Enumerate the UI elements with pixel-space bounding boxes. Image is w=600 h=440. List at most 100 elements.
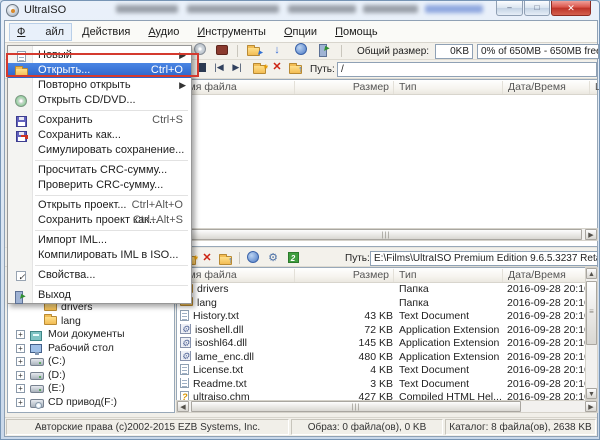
download-arrow-icon[interactable]: ↓ (269, 43, 285, 57)
menubar-file[interactable]: ФФайлайл (9, 23, 72, 41)
menu-item-properties[interactable]: Свойства... (8, 268, 191, 283)
expand-icon[interactable] (16, 384, 25, 393)
local-vscrollbar[interactable]: ≡ (585, 267, 598, 400)
tree-label: lang (61, 315, 81, 329)
background-blur (187, 5, 279, 13)
column-size[interactable]: Размер (296, 81, 394, 94)
file-size: 480 KB (297, 351, 393, 365)
tree-item-desktop[interactable]: Рабочий стол (8, 342, 174, 356)
new-session-icon[interactable] (285, 251, 301, 265)
menu-item-open-cd[interactable]: Открыть CD/DVD... (8, 93, 191, 108)
globe-icon[interactable] (293, 43, 309, 57)
tree-item-drive-d[interactable]: (D:) (8, 369, 174, 383)
expand-icon[interactable] (16, 344, 25, 353)
scroll-up-icon[interactable] (586, 268, 597, 279)
file-row[interactable]: Readme.txt 3 KB Text Document 2016-09-28… (177, 378, 597, 392)
menu-item-reopen[interactable]: Повторно открыть ▶ (8, 78, 191, 93)
background-blur (116, 5, 178, 13)
burn-cd-icon[interactable] (192, 43, 208, 57)
save-as-icon (16, 131, 27, 142)
new-folder-icon[interactable] (251, 60, 267, 74)
menu-item-new[interactable]: Новый ▶ (8, 48, 191, 63)
gear-icon[interactable] (265, 251, 281, 265)
column-name[interactable]: Имя файла (177, 269, 295, 282)
tree-item-documents[interactable]: Мои документы (8, 328, 174, 342)
tree-item-lang[interactable]: lang (8, 315, 174, 329)
expand-icon[interactable] (16, 330, 25, 339)
menu-label: Открыть CD/DVD... (38, 94, 136, 106)
up-folder-icon[interactable] (287, 60, 303, 74)
save-icon (16, 116, 27, 127)
maximize-button[interactable]: □ (524, 1, 550, 16)
column-date[interactable]: Дата/Время (504, 81, 590, 94)
local-file-list[interactable]: Имя файла Размер Тип Дата/Время drivers … (176, 267, 598, 413)
iso-file-list[interactable]: Имя файла Размер Тип Дата/Время L (176, 79, 598, 247)
file-row[interactable]: License.txt 4 KB Text Document 2016-09-2… (177, 364, 597, 378)
file-row[interactable]: lame_enc.dll 480 KB Application Extensio… (177, 351, 597, 365)
file-name: isoshl64.dll (195, 337, 247, 349)
stop-icon[interactable] (193, 60, 209, 74)
menubar-actions[interactable]: Действия (74, 23, 138, 41)
menu-item-save-as[interactable]: Сохранить как... (8, 128, 191, 143)
title-bar[interactable]: UltraISO – □ ✕ (1, 1, 599, 20)
documents-icon (30, 331, 42, 341)
file-date: 2016-09-28 20:10 (507, 324, 589, 338)
file-row[interactable]: lang Папка 2016-09-28 20:10 (177, 297, 597, 311)
file-row[interactable]: drivers Папка 2016-09-28 20:10 (177, 283, 597, 297)
refresh-globe-icon[interactable] (245, 251, 261, 265)
column-name[interactable]: Имя файла (177, 81, 295, 94)
scroll-left-icon[interactable] (177, 401, 189, 412)
column-type[interactable]: Тип (395, 269, 503, 282)
expand-icon[interactable] (16, 357, 25, 366)
iso-hscrollbar[interactable]: ||| (176, 228, 598, 241)
menu-item-simulate-save[interactable]: Симулировать сохранение... (8, 143, 191, 158)
minimize-button[interactable]: – (496, 1, 523, 16)
expand-icon[interactable] (16, 398, 25, 407)
menubar-tools[interactable]: Инструменты (189, 23, 274, 41)
file-type: Text Document (399, 378, 505, 392)
scroll-thumb[interactable]: ||| (190, 229, 582, 240)
up-folder-icon[interactable] (217, 251, 233, 265)
menu-item-calc-crc[interactable]: Просчитать CRC-сумму... (8, 163, 191, 178)
export-folder-icon[interactable] (245, 43, 261, 57)
tree-item-drive-e[interactable]: (E:) (8, 382, 174, 396)
menu-item-import-iml[interactable]: Импорт IML... (8, 233, 191, 248)
file-name: Readme.txt (193, 378, 247, 390)
scroll-thumb[interactable]: ≡ (586, 281, 597, 345)
file-row[interactable]: History.txt 43 KB Text Document 2016-09-… (177, 310, 597, 324)
menubar-audio[interactable]: Аудио (140, 23, 187, 41)
menu-item-verify-crc[interactable]: Проверить CRC-сумму... (8, 178, 191, 193)
menu-item-open-project[interactable]: Открыть проект... Ctrl+Alt+O (8, 198, 191, 213)
menu-item-compile-iml[interactable]: Компилировать IML в ISO... (8, 248, 191, 263)
tree-item-drive-c[interactable]: (C:) (8, 355, 174, 369)
menubar-options[interactable]: Опции (276, 23, 325, 41)
tree-item-cd-drive-f[interactable]: CD привод(F:) (8, 396, 174, 410)
iso-path-field[interactable]: / (337, 62, 597, 77)
column-lba[interactable]: L (591, 81, 599, 94)
menubar-help[interactable]: Помощь (327, 23, 386, 41)
scroll-down-icon[interactable] (586, 388, 597, 399)
column-date[interactable]: Дата/Время (504, 269, 590, 282)
menu-item-exit[interactable]: Выход (8, 288, 191, 303)
delete-icon[interactable]: ✕ (269, 60, 285, 74)
menu-item-open[interactable]: Открыть... Ctrl+O (8, 63, 191, 78)
file-row[interactable]: isoshl64.dll 145 KB Application Extensio… (177, 337, 597, 351)
scroll-thumb[interactable]: ||| (191, 401, 521, 412)
menu-item-save[interactable]: Сохранить Ctrl+S (8, 113, 191, 128)
menu-item-save-project-as[interactable]: Сохранить проект как... Ctrl+Alt+S (8, 213, 191, 228)
column-type[interactable]: Тип (395, 81, 503, 94)
nav-forward-icon[interactable]: ▶| (229, 60, 245, 74)
file-menu-dropdown: Новый ▶ Открыть... Ctrl+O Повторно откры… (7, 45, 192, 304)
write-disk-icon[interactable] (214, 43, 230, 57)
delete-icon[interactable]: ✕ (199, 251, 215, 265)
column-size[interactable]: Размер (296, 269, 394, 282)
close-button[interactable]: ✕ (551, 1, 591, 16)
scroll-right-icon[interactable] (585, 401, 597, 412)
exit-door-icon[interactable] (317, 43, 333, 57)
nav-back-icon[interactable]: |◀ (211, 60, 227, 74)
local-path-field[interactable]: E:\Films\UltraISO Premium Edition 9.6.5.… (370, 251, 598, 266)
file-row[interactable]: isoshell.dll 72 KB Application Extension… (177, 324, 597, 338)
local-hscrollbar[interactable]: ||| (176, 400, 598, 413)
scroll-right-icon[interactable] (585, 229, 597, 240)
expand-icon[interactable] (16, 371, 25, 380)
